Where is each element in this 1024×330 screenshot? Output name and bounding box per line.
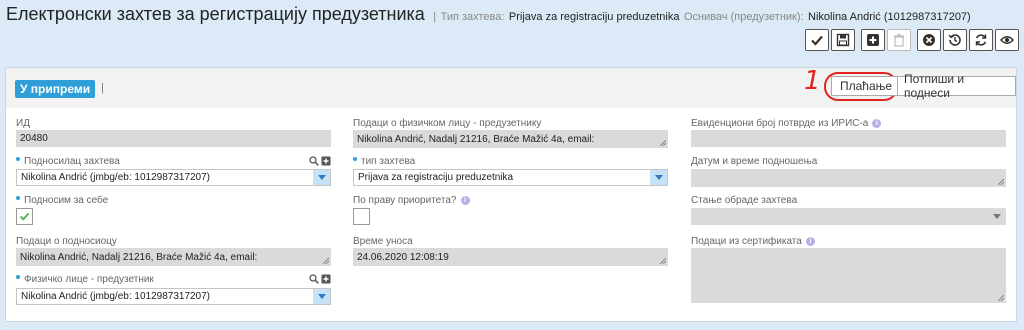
- resize-handle[interactable]: [998, 179, 1004, 185]
- entrepreneur-label: Физичко лице - предузетник: [16, 274, 154, 285]
- submit-datetime-label: Датум и време подношења: [691, 156, 818, 167]
- required-marker: [16, 156, 20, 161]
- certificate-data-field: [691, 248, 1006, 303]
- add-icon[interactable]: [321, 274, 331, 284]
- panel-header: У припреми | 1 Плаћање Потпиши и поднеси: [6, 68, 1016, 108]
- sign-and-submit-button[interactable]: Потпиши и поднеси: [897, 72, 1016, 100]
- required-marker: [16, 195, 20, 200]
- cancel-button[interactable]: [917, 29, 941, 51]
- request-type-label: Тип захтева:: [440, 11, 505, 23]
- founder-label: Оснивач (предузетник):: [683, 11, 804, 23]
- founder-value: Nikolina Andrić (1012987317207): [808, 11, 971, 23]
- check-icon: [811, 35, 823, 46]
- history-icon: [948, 34, 961, 46]
- status-separator: |: [101, 82, 104, 94]
- page-title-bar: Електронски захтев за регистрацију преду…: [6, 4, 971, 26]
- certificate-data-label: Подаци из сертификата i: [691, 236, 815, 247]
- submit-self-label: Подносим за себе: [16, 195, 108, 206]
- submitter-label: Подносилац захтева: [16, 156, 120, 167]
- iris-number-field: [691, 130, 1006, 147]
- request-type-value: Prijava za registraciju preduzetnika: [508, 11, 680, 23]
- add-button[interactable]: [861, 29, 885, 51]
- chevron-down-icon: [654, 175, 663, 180]
- refresh-button[interactable]: [969, 29, 993, 51]
- submitter-data-label: Подаци о подносиоцу: [16, 236, 117, 247]
- checkmark-icon: [19, 212, 30, 221]
- iris-number-label: Евиденциони број потврде из ИРИС-а i: [691, 118, 882, 129]
- save-icon: [836, 33, 850, 47]
- submitter-actions: [309, 156, 331, 166]
- confirm-button[interactable]: [805, 29, 829, 51]
- chevron-down-icon: [317, 294, 326, 299]
- eye-icon: [1000, 36, 1014, 44]
- annotation-number: 1: [804, 66, 821, 96]
- resize-handle[interactable]: [660, 258, 666, 264]
- history-button[interactable]: [943, 29, 967, 51]
- status-badge: У припреми: [15, 80, 96, 98]
- title-separator: |: [433, 11, 437, 23]
- processing-state-label: Стање обраде захтева: [691, 195, 798, 206]
- page-title: Електронски захтев за регистрацију преду…: [6, 4, 425, 24]
- search-icon[interactable]: [309, 156, 319, 166]
- processing-state-select: [691, 208, 1006, 225]
- refresh-icon: [975, 34, 987, 46]
- request-type-select[interactable]: Prijava za registraciju preduzetnika: [353, 169, 668, 186]
- search-icon[interactable]: [309, 274, 319, 284]
- add-icon[interactable]: [321, 156, 331, 166]
- request-panel: У припреми | 1 Плаћање Потпиши и поднеси…: [5, 67, 1017, 322]
- info-icon[interactable]: i: [805, 237, 815, 246]
- resize-handle[interactable]: [323, 258, 329, 264]
- plus-icon: [867, 34, 879, 46]
- toolbar: [805, 29, 1019, 51]
- person-data-field: Nikolina Andrić, Nadalj 21216, Braće Maž…: [353, 130, 668, 148]
- priority-label: По праву приоритета? i: [353, 195, 470, 206]
- id-label: ИД: [16, 118, 30, 129]
- submitter-select[interactable]: Nikolina Andrić (jmbg/eb: 1012987317207): [16, 169, 331, 186]
- chevron-down-icon: [317, 175, 326, 180]
- info-icon[interactable]: i: [460, 196, 470, 205]
- priority-checkbox[interactable]: [353, 208, 370, 225]
- preview-button[interactable]: [995, 29, 1019, 51]
- required-marker: [353, 156, 357, 161]
- cancel-icon: [923, 34, 935, 46]
- id-field: 20480: [16, 130, 331, 147]
- delete-button[interactable]: [887, 29, 911, 51]
- chevron-down-icon: [992, 214, 1001, 219]
- resize-handle[interactable]: [660, 140, 666, 146]
- trash-icon: [894, 33, 904, 47]
- payment-button[interactable]: Плаћање: [831, 76, 902, 96]
- submit-self-checkbox[interactable]: [16, 208, 33, 225]
- submitter-data-field: Nikolina Andrić, Nadalj 21216, Braće Maž…: [16, 248, 331, 266]
- resize-handle[interactable]: [998, 295, 1004, 301]
- entry-time-label: Време уноса: [353, 236, 413, 247]
- submit-datetime-field: [691, 169, 1006, 187]
- entrepreneur-select[interactable]: Nikolina Andrić (jmbg/eb: 1012987317207): [16, 288, 331, 305]
- info-icon[interactable]: i: [872, 119, 882, 128]
- entry-time-field: 24.06.2020 12:08:19: [353, 248, 668, 266]
- required-marker: [16, 274, 20, 279]
- entrepreneur-actions: [309, 274, 331, 284]
- save-button[interactable]: [831, 29, 855, 51]
- person-data-label: Подаци о физичком лицу - предузетнику: [353, 118, 542, 129]
- request-type-field-label: тип захтева: [353, 156, 415, 167]
